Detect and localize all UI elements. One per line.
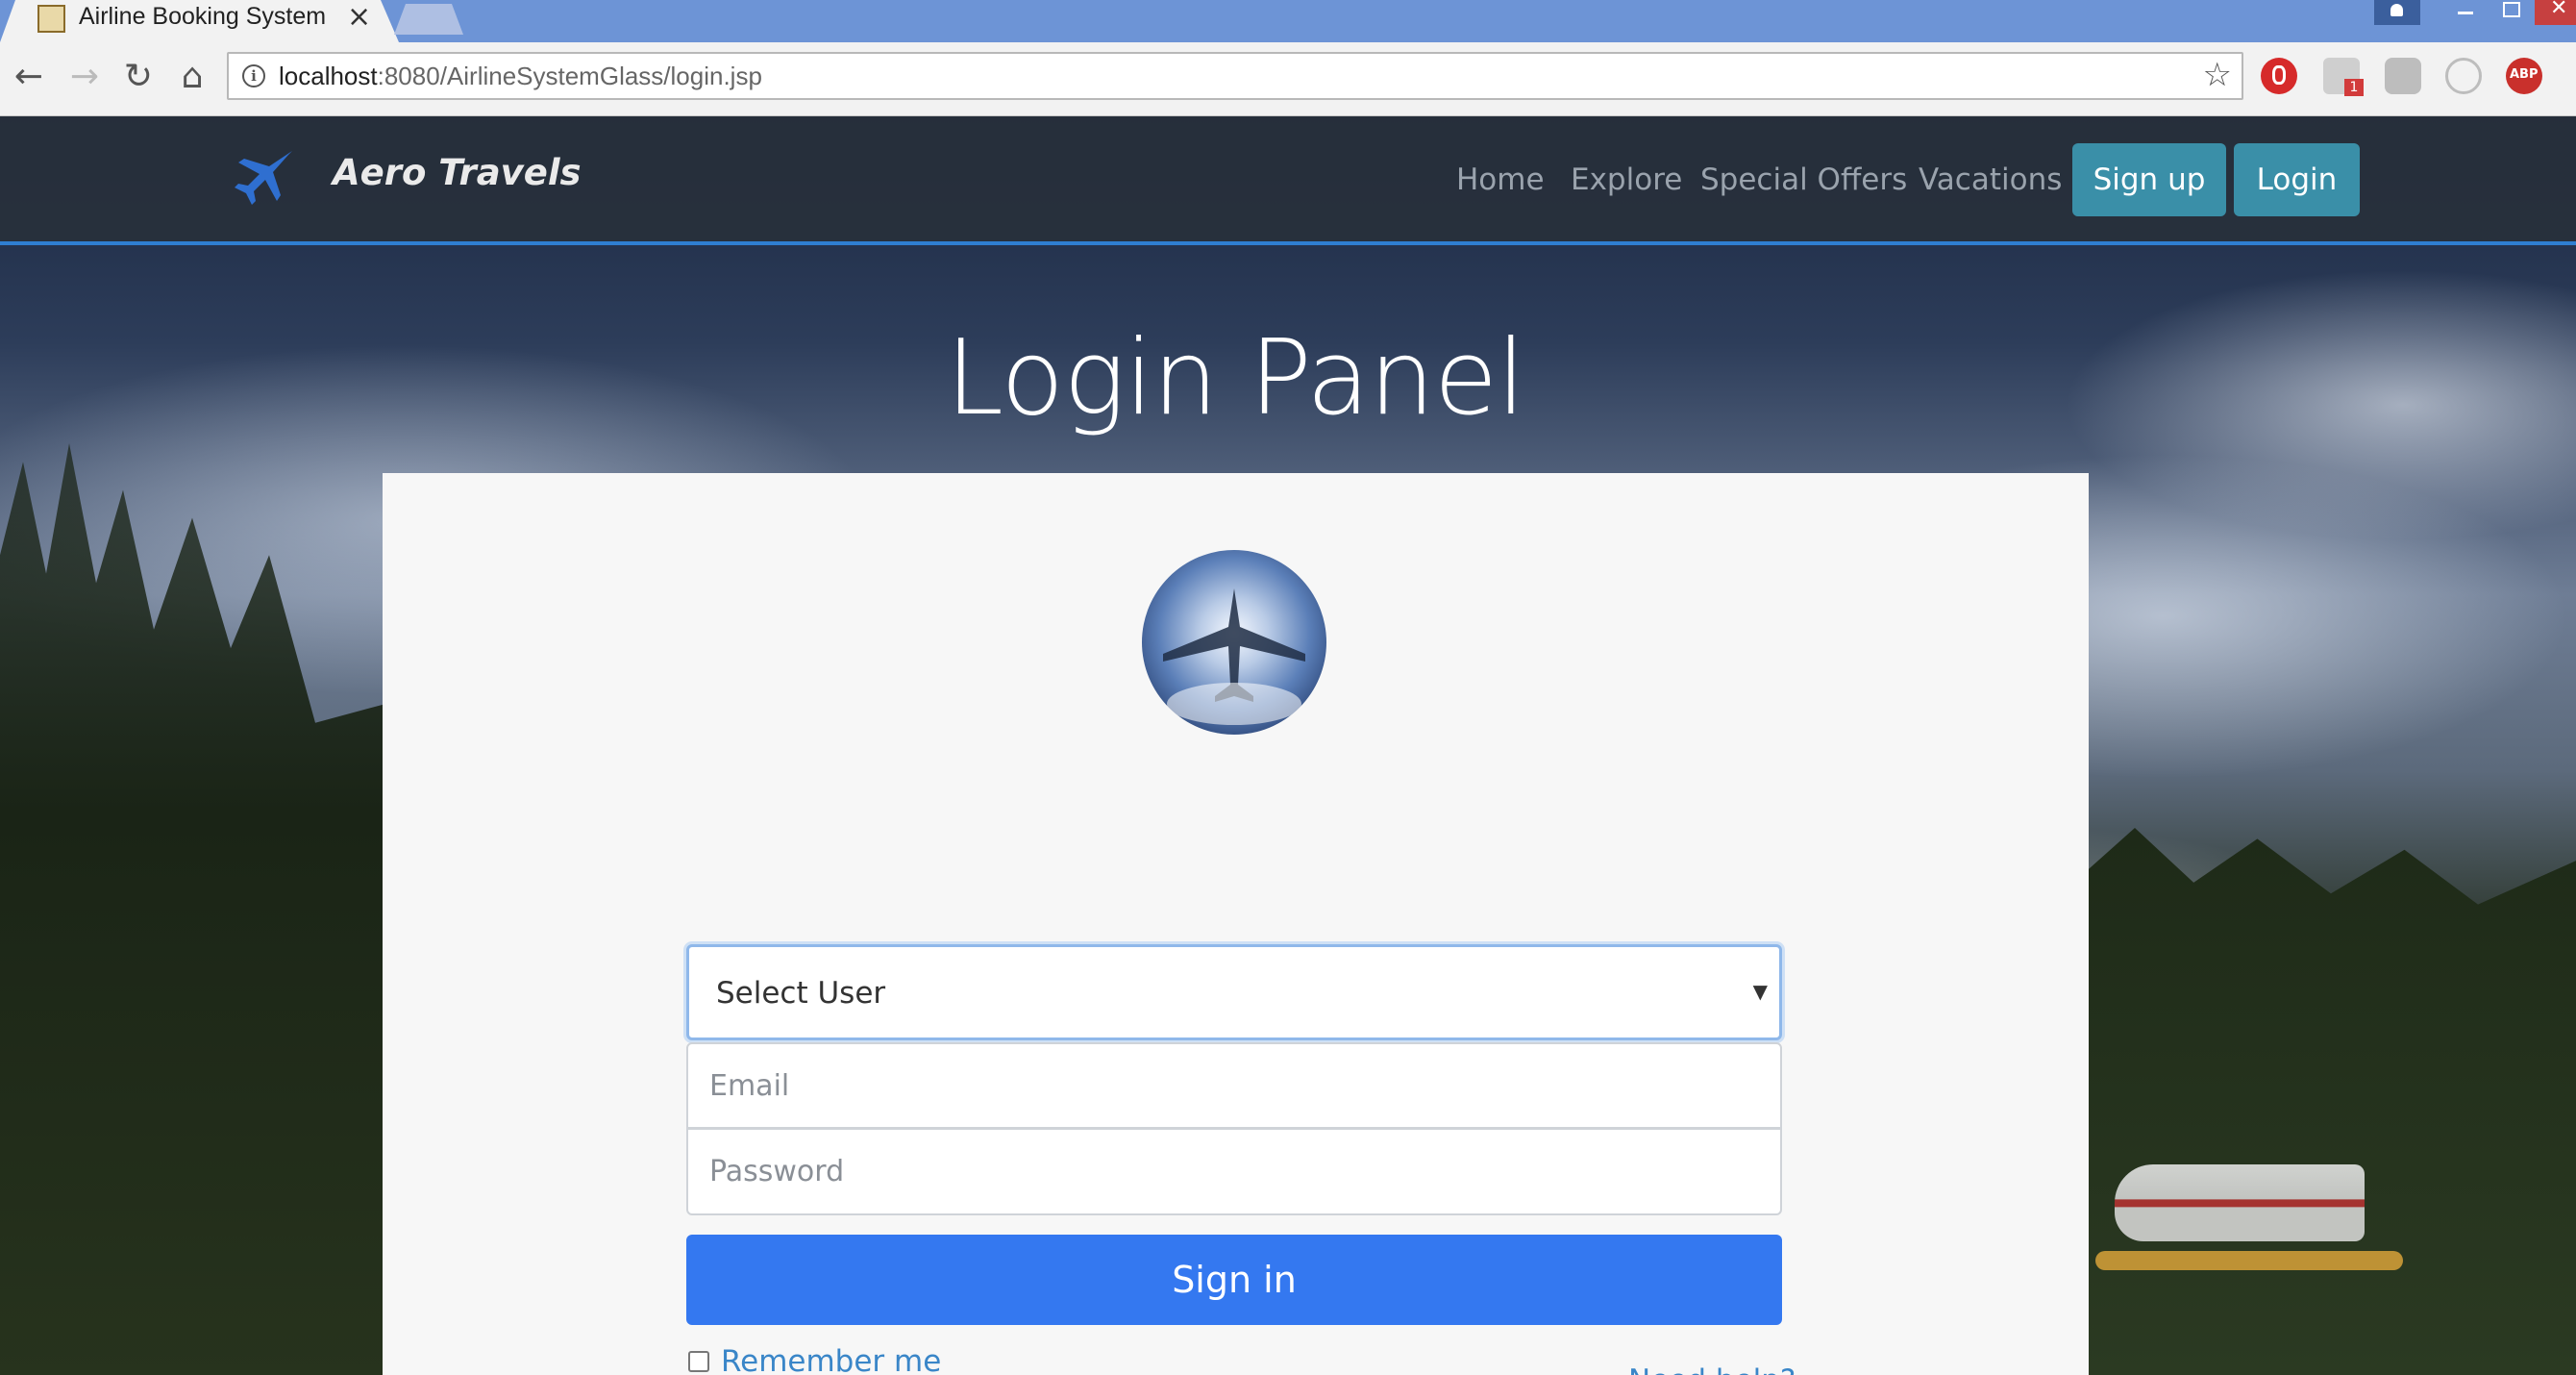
airplane-avatar xyxy=(1142,550,1326,735)
need-help-link[interactable]: Need help? xyxy=(1628,1363,1796,1375)
page-title: Login Panel xyxy=(945,318,1525,438)
back-icon[interactable]: ← xyxy=(8,56,50,98)
select-user-value: Select User xyxy=(716,976,886,1011)
url-path: :8080/AirlineSystemGlass/login.jsp xyxy=(377,62,762,90)
tab-title: Airline Booking System xyxy=(79,3,327,30)
login-button[interactable]: Login xyxy=(2234,143,2360,216)
favicon-icon xyxy=(37,5,65,33)
password-field[interactable]: Password xyxy=(686,1129,1782,1215)
airplane-image xyxy=(1163,588,1305,725)
url-text[interactable]: localhost:8080/AirlineSystemGlass/login.… xyxy=(279,62,762,91)
user-type-select[interactable]: Select User ▼ xyxy=(686,944,1782,1040)
remember-me-label[interactable]: Remember me xyxy=(721,1344,941,1375)
sign-in-button[interactable]: Sign in xyxy=(686,1235,1782,1325)
extension-shield-icon[interactable] xyxy=(2261,58,2297,94)
signup-button[interactable]: Sign up xyxy=(2072,143,2226,216)
nav-special-offers-link[interactable]: Special Offers xyxy=(1700,162,1907,197)
browser-toolbar: ← → ↻ ⌂ i localhost:8080/AirlineSystemGl… xyxy=(0,42,2576,116)
address-bar[interactable]: i localhost:8080/AirlineSystemGlass/logi… xyxy=(227,52,2243,100)
minimize-button[interactable] xyxy=(2446,0,2485,25)
bookmark-star-icon[interactable]: ☆ xyxy=(2203,56,2232,94)
nav-explore-link[interactable]: Explore xyxy=(1571,162,1682,197)
email-field[interactable]: Email xyxy=(686,1042,1782,1129)
adblock-icon[interactable] xyxy=(2506,58,2542,94)
info-icon[interactable]: i xyxy=(242,64,265,88)
site-navbar: Aero Travels Home Explore Special Offers… xyxy=(0,116,2576,245)
brand-name[interactable]: Aero Travels xyxy=(333,152,582,193)
nav-vacations-link[interactable]: Vacations xyxy=(1919,162,2062,197)
extension-filter-icon[interactable] xyxy=(2323,58,2364,96)
forward-icon[interactable]: → xyxy=(63,56,106,98)
reload-icon[interactable]: ↻ xyxy=(117,56,160,98)
seaplane-image xyxy=(2115,1164,2365,1241)
extension-circle-icon[interactable] xyxy=(2445,58,2482,94)
new-tab-button[interactable] xyxy=(394,4,463,35)
email-placeholder: Email xyxy=(709,1069,790,1103)
login-card: Select User ▼ Email Password Sign in Rem… xyxy=(383,473,2089,1375)
page-background: Aero Travels Home Explore Special Offers… xyxy=(0,116,2576,1375)
browser-tabstrip: Airline Booking System × xyxy=(0,0,2576,42)
home-icon[interactable]: ⌂ xyxy=(171,56,213,98)
url-host: localhost xyxy=(279,62,378,90)
extension-cloud-icon[interactable] xyxy=(2385,58,2421,94)
maximize-button[interactable] xyxy=(2491,0,2530,25)
profile-icon[interactable] xyxy=(2374,0,2420,25)
nav-home-link[interactable]: Home xyxy=(1456,162,1545,197)
seaplane-float xyxy=(2095,1251,2403,1270)
plane-logo-icon[interactable] xyxy=(231,145,298,212)
tab-close-icon[interactable]: × xyxy=(347,0,371,34)
browser-tab[interactable]: Airline Booking System × xyxy=(0,0,399,42)
forest-right xyxy=(2086,828,2576,1375)
remember-me-checkbox[interactable] xyxy=(688,1351,709,1372)
close-window-button[interactable] xyxy=(2535,0,2576,25)
chevron-down-icon: ▼ xyxy=(1752,980,1768,1003)
forest-left xyxy=(0,443,384,1375)
password-placeholder: Password xyxy=(709,1155,845,1188)
